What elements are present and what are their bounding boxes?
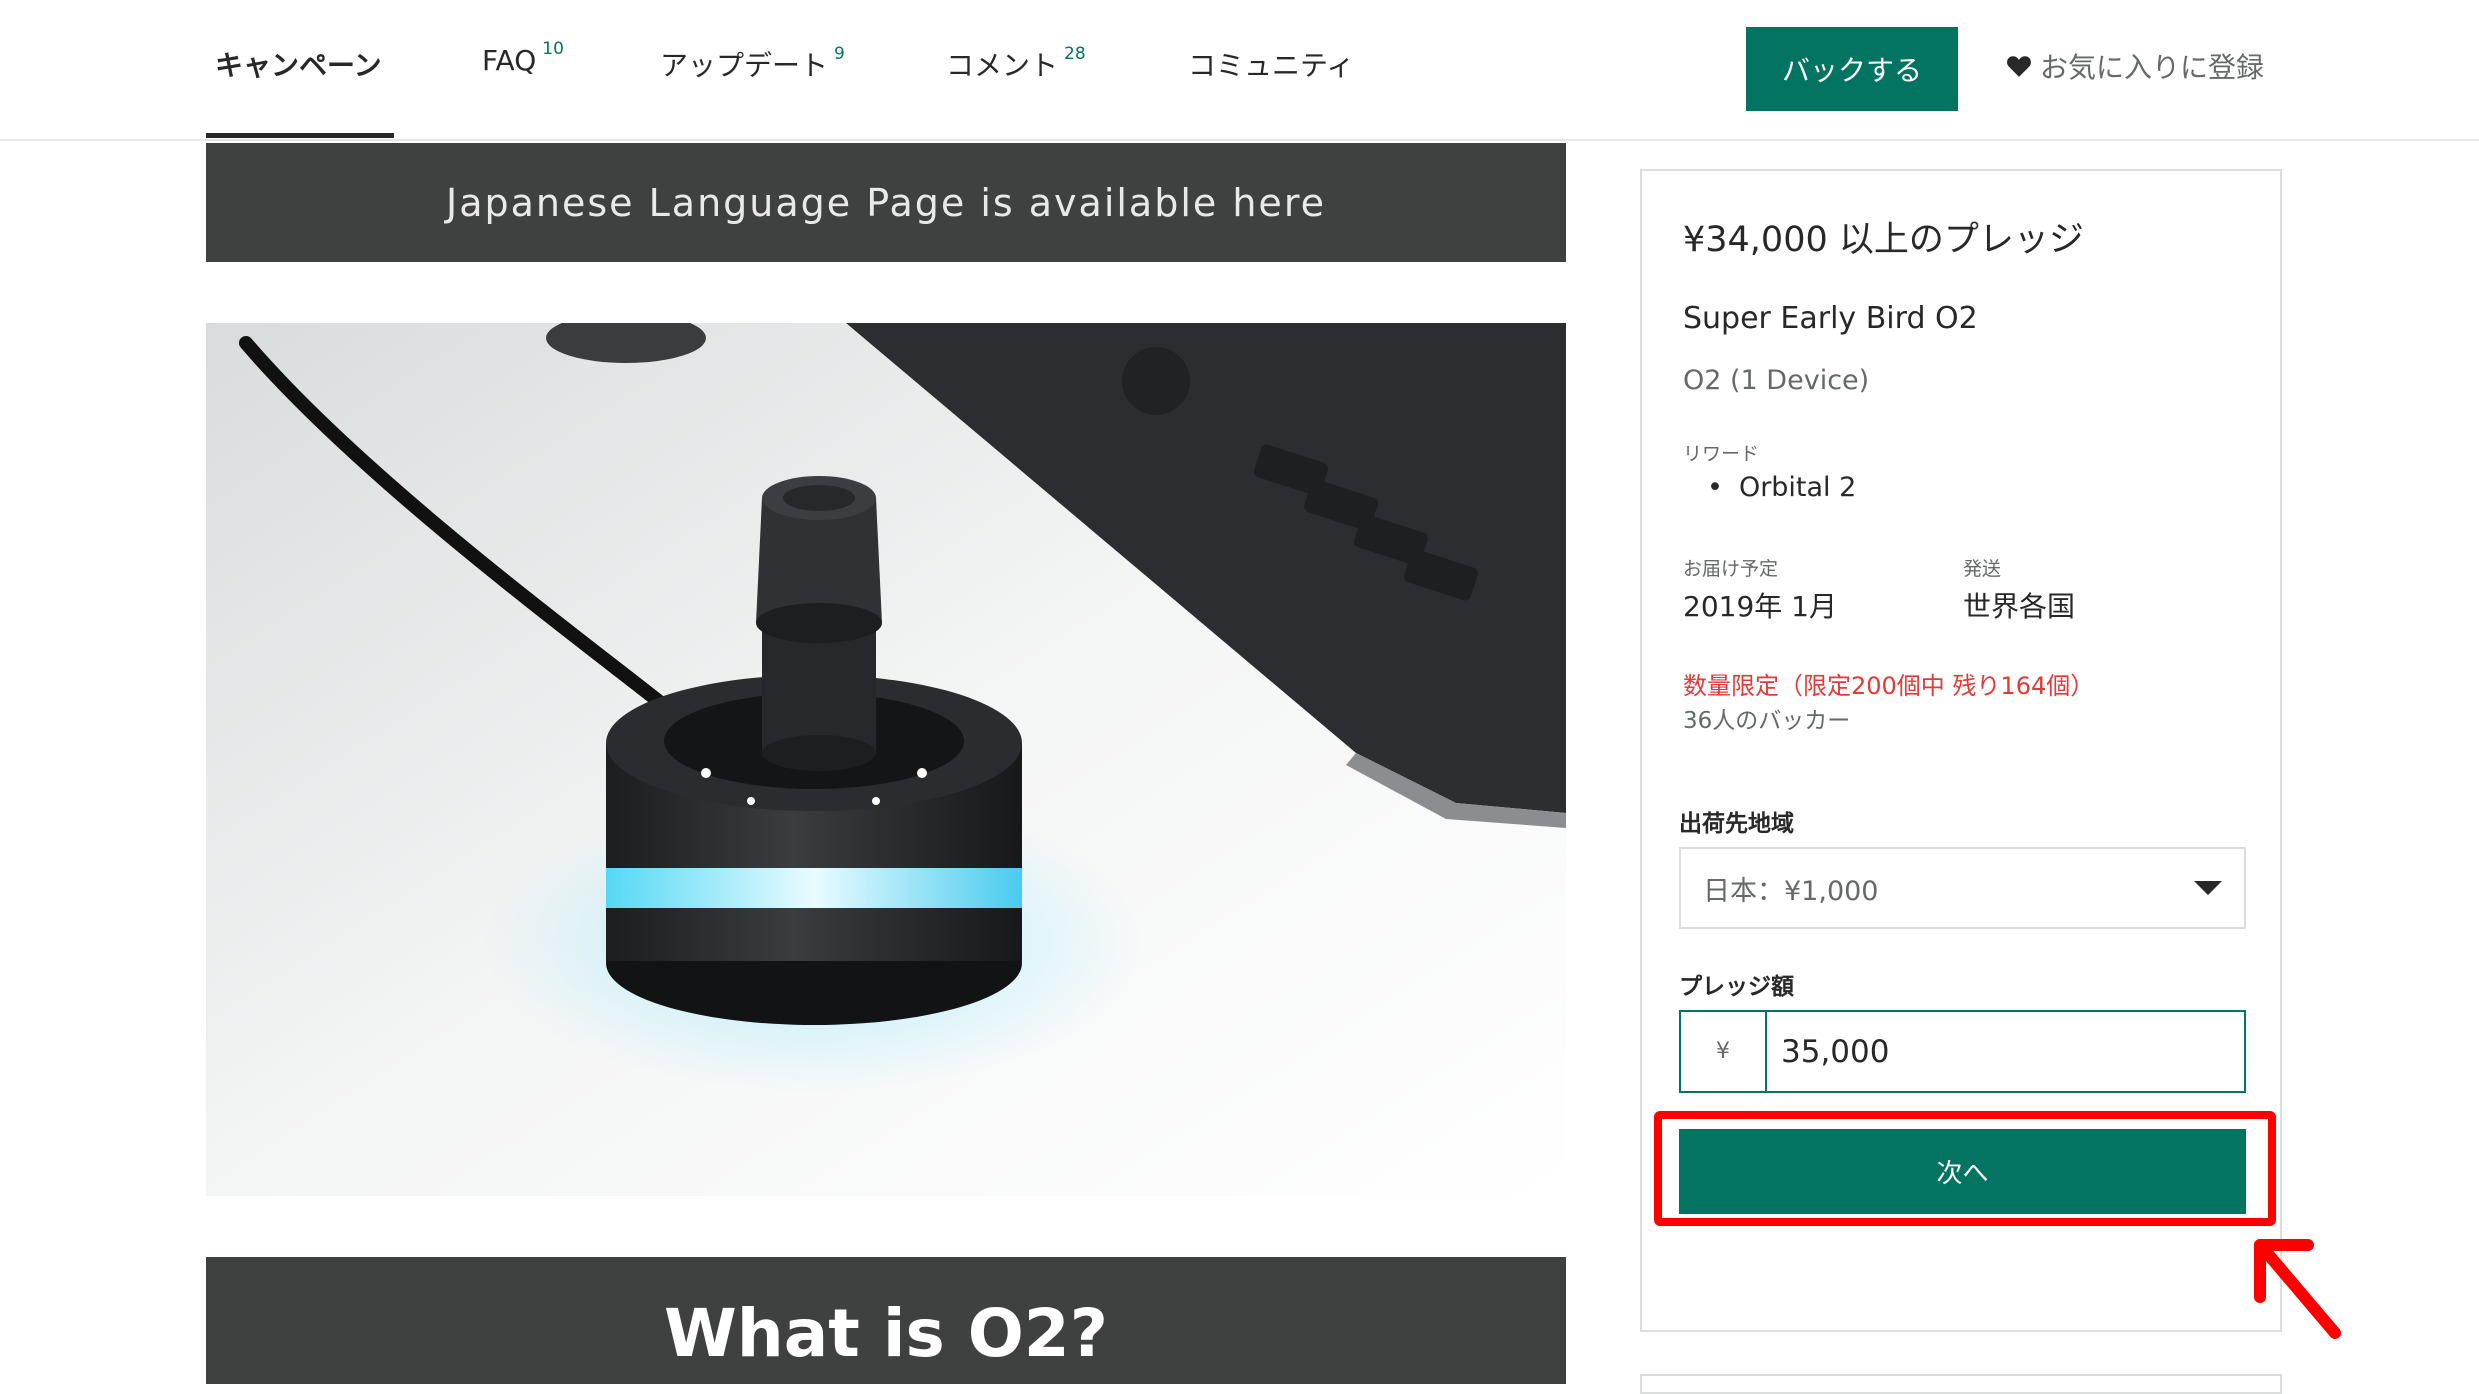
arrow-annotation-icon <box>2254 1239 2341 1339</box>
reward-item: Orbital 2 <box>1683 472 1856 503</box>
shipping-region-select[interactable]: 日本：¥1,000 <box>1679 847 2246 929</box>
caret-down-icon <box>2194 881 2222 895</box>
pledge-title: ¥34,000 以上のプレッジ <box>1683 220 2084 260</box>
limited-quantity-text: 数量限定（限定200個中 残り164個） <box>1683 672 2095 700</box>
tab-updates-count: 9 <box>834 43 845 64</box>
favorite-button[interactable]: お気に入りに登録 <box>2006 46 2264 86</box>
tab-updates[interactable]: アップデート 9 <box>660 44 845 84</box>
favorite-label: お気に入りに登録 <box>2040 51 2265 84</box>
back-project-button[interactable]: バックする <box>1746 27 1958 111</box>
reward-name: Super Early Bird O2 <box>1683 301 1978 336</box>
tab-comments-count: 28 <box>1064 43 1086 64</box>
active-tab-indicator <box>206 133 394 138</box>
tab-comments[interactable]: コメント 28 <box>946 44 1086 84</box>
tab-comments-label: コメント <box>946 49 1059 82</box>
tab-faq-label: FAQ <box>482 44 537 77</box>
tab-faq[interactable]: FAQ 10 <box>482 39 564 77</box>
tab-community[interactable]: コミュニティ <box>1188 44 1354 84</box>
product-photo <box>206 323 1566 1196</box>
tab-campaign-label: キャンペーン <box>215 49 382 82</box>
delivery-value: 2019年 1月 <box>1683 590 1837 623</box>
pledge-amount-field[interactable]: ¥ 35,000 <box>1679 1010 2246 1093</box>
delivery-label: お届け予定 <box>1683 558 1779 580</box>
pledge-amount-label: プレッジ額 <box>1679 974 1794 1000</box>
tab-faq-count: 10 <box>542 38 564 59</box>
what-is-o2-heading: What is O2? <box>663 1295 1109 1372</box>
backers-count: 36人のバッカー <box>1683 708 1851 734</box>
pledge-amount-input[interactable]: 35,000 <box>1767 1012 2244 1091</box>
japanese-page-banner-text: Japanese Language Page is available here <box>446 180 1326 225</box>
shipping-value: 世界各国 <box>1963 590 2076 623</box>
highlight-box <box>1654 1111 2276 1226</box>
shipping-label: 発送 <box>1963 558 2002 580</box>
region-label: 出荷先地域 <box>1679 811 1794 837</box>
reward-subtitle: O2 (1 Device) <box>1683 365 1870 396</box>
tab-updates-label: アップデート <box>660 49 829 82</box>
what-is-o2-banner: What is O2? <box>206 1257 1566 1384</box>
currency-symbol: ¥ <box>1681 1012 1767 1091</box>
rewards-label: リワード <box>1683 443 1760 465</box>
next-pledge-card <box>1640 1374 2282 1394</box>
japanese-page-banner[interactable]: Japanese Language Page is available here <box>206 143 1566 262</box>
tab-campaign[interactable]: キャンペーン <box>215 44 382 84</box>
shipping-region-value: 日本：¥1,000 <box>1703 875 1879 907</box>
heart-icon <box>2007 56 2031 77</box>
top-navigation: キャンペーン FAQ 10 アップデート 9 コメント 28 コミュニティ バックする… <box>0 0 2479 141</box>
tab-community-label: コミュニティ <box>1188 49 1355 82</box>
